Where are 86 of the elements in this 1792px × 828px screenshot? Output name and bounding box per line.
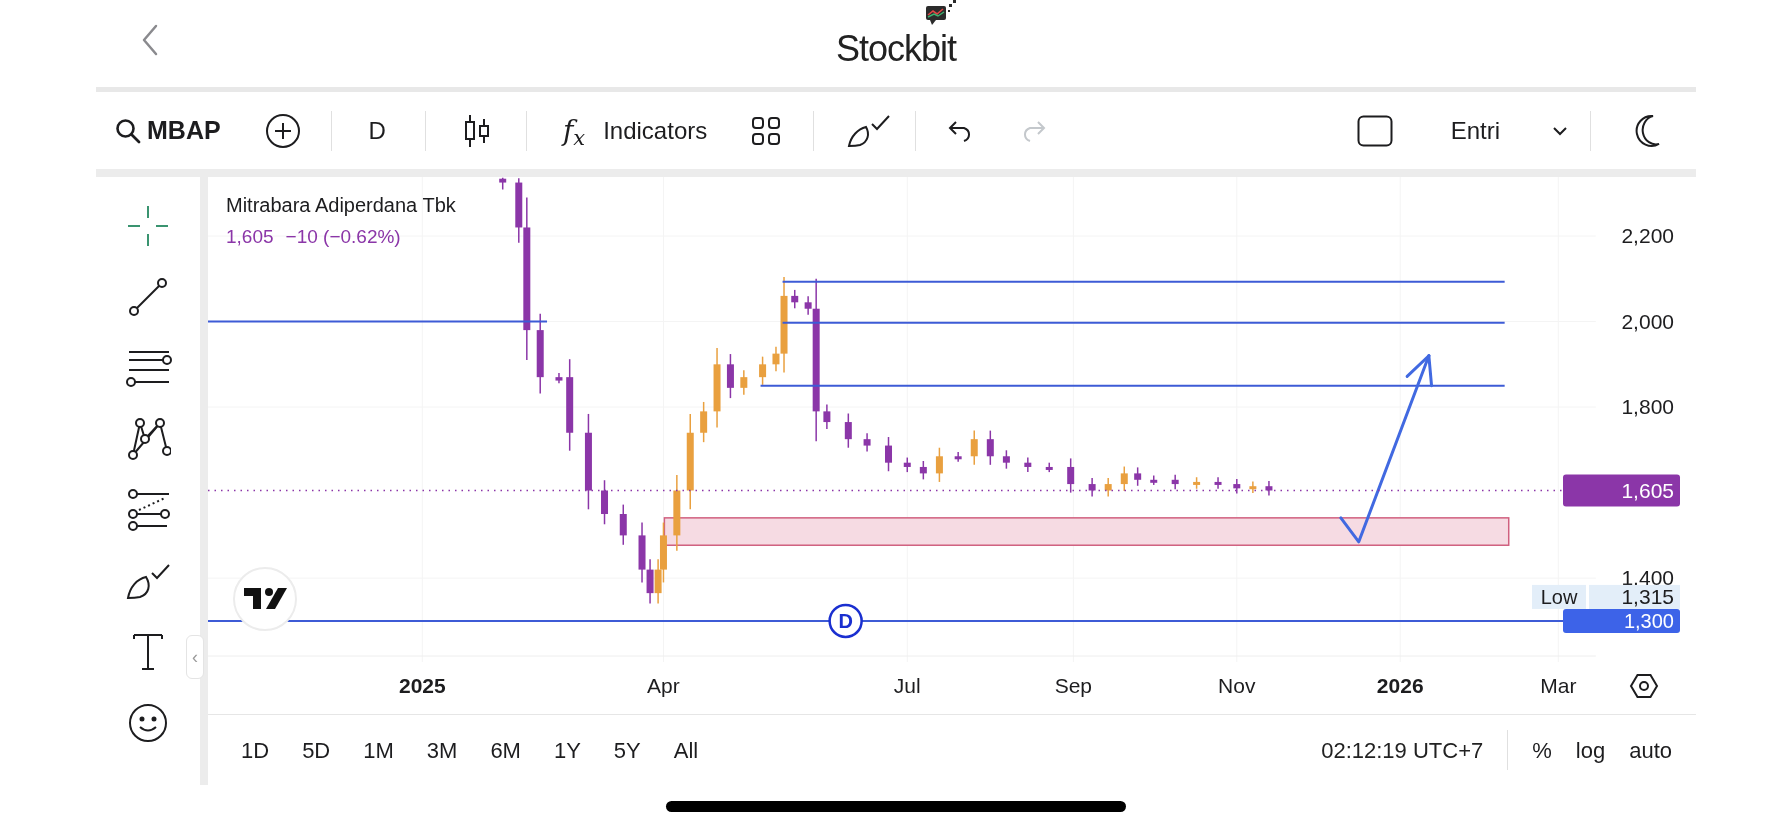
range-button[interactable]: 1D [241, 733, 270, 767]
function-symbol: f$_{x}$ [562, 116, 586, 145]
candle [1233, 478, 1241, 495]
marker-badge: D [828, 603, 863, 639]
candle [1120, 465, 1128, 492]
axis-label: Nov [1218, 674, 1256, 697]
interval-button[interactable]: D [368, 112, 386, 149]
scale-button[interactable]: % [1532, 733, 1552, 767]
price-text: 1,605 [226, 227, 274, 246]
axis-label: 2026 [1376, 674, 1424, 697]
candle [1265, 480, 1273, 497]
axis-label: Apr [647, 674, 680, 697]
price-label: 1,315 [1589, 584, 1680, 609]
symbol-search-button[interactable]: MBAP [115, 111, 221, 150]
crosshair-icon[interactable] [126, 204, 170, 248]
candle [863, 432, 871, 453]
candle [1045, 461, 1053, 473]
range-button[interactable]: 6M [490, 733, 521, 767]
candle [601, 479, 608, 525]
lines-icon[interactable] [125, 488, 171, 532]
trend-line-icon[interactable] [126, 275, 170, 319]
indicators-button[interactable]: f$_{x}$ Indicators [562, 112, 708, 149]
candle [1002, 449, 1010, 470]
square-icon[interactable] [1356, 114, 1393, 147]
range-button[interactable]: 5D [302, 733, 331, 767]
candle [619, 503, 627, 546]
change-text: −10 (−0.62%) [285, 227, 401, 246]
candle [986, 429, 994, 466]
candle [1249, 480, 1257, 494]
range-button[interactable]: 5Y [613, 733, 641, 767]
axis-label: Mar [1540, 674, 1577, 697]
axis-label: 2,000 [1621, 309, 1674, 333]
candle [791, 289, 799, 310]
candle [700, 401, 708, 443]
candle [555, 372, 563, 384]
candle [1134, 466, 1142, 487]
candle [903, 456, 911, 473]
scale-button[interactable]: auto [1629, 733, 1672, 767]
brush-icon[interactable] [846, 113, 893, 148]
order-type-dropdown[interactable]: Entri [1450, 112, 1568, 149]
axis-label: 1,800 [1621, 395, 1674, 419]
ref-line-label: 1,605 [1621, 479, 1674, 503]
price-label: 1,605 [1563, 474, 1680, 507]
axis-label: 2,200 [1621, 224, 1674, 247]
candle [885, 436, 892, 472]
candle [823, 403, 831, 430]
range-button[interactable]: All [673, 733, 699, 767]
candle [919, 460, 927, 481]
candle [1193, 476, 1201, 490]
candlestick-icon[interactable] [463, 112, 490, 149]
clock-text: 02:12:19 UTC+7 [1321, 736, 1484, 765]
candle [844, 412, 852, 449]
candle [935, 446, 943, 483]
candle [1088, 477, 1096, 498]
price-label: 1,300 [1563, 608, 1680, 633]
candle [1171, 473, 1179, 490]
candle [726, 353, 734, 399]
logo-icon [924, 0, 959, 26]
stock-name: Mitrabara Adiperdana Tbk [226, 195, 456, 215]
range-button[interactable]: 1Y [553, 733, 581, 767]
candle [1067, 457, 1075, 494]
scale-button[interactable]: log [1575, 733, 1606, 767]
candle [499, 177, 507, 191]
range-button[interactable]: 1M [363, 733, 394, 767]
candle [740, 369, 748, 396]
candle [1214, 476, 1222, 490]
logo-text: Stockbit [835, 27, 957, 69]
range-button[interactable]: 3M [426, 733, 458, 767]
axis-label: Sep [1054, 674, 1093, 697]
axis-label: Jul [893, 674, 921, 697]
annotation: D [838, 609, 853, 632]
low-label: Low [1532, 584, 1586, 609]
caret-icon [1552, 125, 1568, 136]
pattern-icon[interactable] [125, 417, 171, 461]
axis-label: 2025 [398, 674, 446, 697]
settings-icon[interactable] [1629, 674, 1659, 698]
smiley-icon[interactable] [127, 701, 169, 745]
candle [759, 355, 767, 386]
candle [970, 429, 978, 466]
candle [1024, 456, 1032, 473]
plus-circle-icon[interactable] [264, 112, 301, 149]
candle [1150, 474, 1158, 486]
candle [1104, 477, 1112, 498]
search-icon [115, 117, 141, 144]
grid-icon[interactable] [751, 115, 782, 146]
candle [954, 451, 962, 463]
